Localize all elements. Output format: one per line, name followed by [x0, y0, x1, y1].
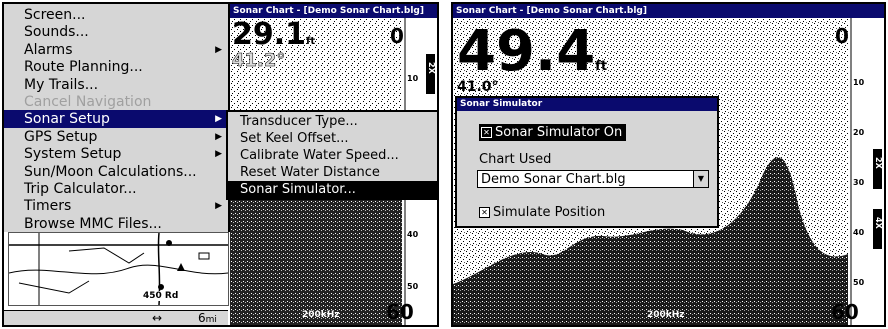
menu-item[interactable]: Sonar Setup ▶ [4, 110, 228, 129]
map-scale-bar: ↔ 6mi [4, 310, 228, 325]
menu-item-label: Timers [24, 198, 72, 215]
menu-item-label: Trip Calculator... [24, 181, 137, 197]
menu-item[interactable]: Browse MMC Files... [4, 215, 228, 233]
submenu-arrow-icon: ▶ [215, 149, 222, 160]
sonar-simulator-on-checkbox[interactable]: ✕ Sonar Simulator On [479, 124, 627, 141]
menu-item[interactable]: System Setup ▶ [4, 145, 228, 163]
depth-tick-label: 40 [407, 230, 419, 239]
chart-used-label: Chart Used [479, 152, 552, 167]
sonar-simulator-dialog: Sonar Simulator ✕ Sonar Simulator On Char… [455, 96, 719, 228]
menu-item[interactable]: Alarms ▶ [4, 41, 228, 59]
checkbox-checked-icon: ✕ [479, 207, 490, 218]
submenu-item[interactable]: Set Keel Offset... [228, 130, 437, 147]
menu-item[interactable]: My Trails... [4, 76, 228, 94]
menu-item-label: Sun/Moon Calculations... [24, 163, 197, 180]
bottom-scale-right: 60 [831, 300, 859, 324]
menu-item[interactable]: Sun/Moon Calculations... [4, 163, 228, 181]
chart-used-select[interactable]: Demo Sonar Chart.blg ▼ [477, 170, 709, 188]
depth-tick-label: 10 [853, 78, 865, 87]
submenu-arrow-icon: ▶ [215, 44, 222, 55]
chart-title-right: Sonar Chart - [Demo Sonar Chart.blg] [453, 4, 884, 18]
depth-tick-label: 20 [853, 128, 865, 137]
scale-arrow-icon: ↔ [152, 311, 163, 325]
menu-item-label: Cancel Navigation [24, 94, 152, 110]
depth-tick-label: 30 [853, 178, 865, 187]
frequency-label-right: 200kHz [647, 310, 685, 320]
menu-item-label: Browse MMC Files... [24, 215, 162, 232]
menu-item[interactable]: Sounds... [4, 23, 228, 41]
map-road-label: 450 Rd [143, 291, 179, 301]
frequency-label-left: 200kHz [302, 310, 340, 320]
depth-tick-label: 50 [407, 282, 419, 291]
map-roads [8, 232, 229, 306]
submenu-arrow-icon: ▶ [215, 114, 222, 125]
menu-item-label: Alarms [24, 41, 73, 58]
main-menu: Screen... Sounds... Alarms ▶ Route Planning.… [4, 4, 230, 232]
bottom-scale-left: 60 [386, 300, 414, 324]
temp-readout-left: 41.2° [232, 50, 286, 72]
right-screen: Sonar Chart - [Demo Sonar Chart.blg] 49.… [451, 2, 886, 327]
submenu-item[interactable]: Transducer Type... [228, 113, 437, 130]
menu-item[interactable]: Trip Calculator... [4, 180, 228, 198]
simulate-position-checkbox[interactable]: ✕ Simulate Position [479, 204, 605, 221]
top-scale-right: 0 [835, 24, 849, 48]
menu-item-label: My Trails... [24, 76, 99, 93]
submenu-item[interactable]: Calibrate Water Speed... [228, 147, 437, 164]
sonar-setup-submenu: Transducer Type... Set Keel Offset... Cali… [226, 110, 437, 200]
menu-item[interactable]: GPS Setup ▶ [4, 128, 228, 146]
menu-item[interactable]: Timers ▶ [4, 197, 228, 215]
zoom-indicator-right-2[interactable]: 4X [874, 217, 883, 229]
mini-map[interactable]: 450 Rd [8, 232, 229, 306]
depth-tick-label: 10 [407, 74, 419, 83]
chevron-down-icon: ▼ [693, 171, 708, 187]
menu-item-label: Route Planning... [24, 59, 143, 76]
left-screen: Sonar Chart - [Demo Sonar Chart.blg] 29.… [2, 2, 439, 327]
dialog-title: Sonar Simulator [457, 98, 717, 111]
zoom-indicator-right-1[interactable]: 2X [874, 157, 883, 169]
submenu-arrow-icon: ▶ [215, 131, 222, 142]
menu-item[interactable]: Route Planning... [4, 58, 228, 76]
menu-item-label: Screen... [24, 7, 86, 23]
checkbox-checked-icon: ✕ [481, 127, 492, 138]
depth-tick-label: 40 [853, 228, 865, 237]
menu-item[interactable]: Screen... [4, 6, 228, 24]
menu-item: Cancel Navigation [4, 93, 228, 111]
menu-item-label: Sounds... [24, 24, 89, 41]
depth-tick-label: 50 [853, 278, 865, 287]
scale-value: 6mi [198, 311, 217, 325]
menu-item-label: GPS Setup [24, 128, 98, 145]
top-scale-left: 0 [390, 24, 404, 48]
submenu-item[interactable]: Reset Water Distance [228, 164, 437, 181]
submenu-arrow-icon: ▶ [215, 201, 222, 212]
menu-item-label: System Setup [24, 146, 122, 163]
temp-readout-right: 41.0° [457, 80, 499, 94]
menu-item-label: Sonar Setup [24, 111, 110, 128]
chart-title-left: Sonar Chart - [Demo Sonar Chart.blg] [230, 4, 437, 18]
zoom-indicator-left[interactable]: 2X [427, 62, 436, 74]
submenu-item[interactable]: Sonar Simulator... [228, 181, 437, 198]
